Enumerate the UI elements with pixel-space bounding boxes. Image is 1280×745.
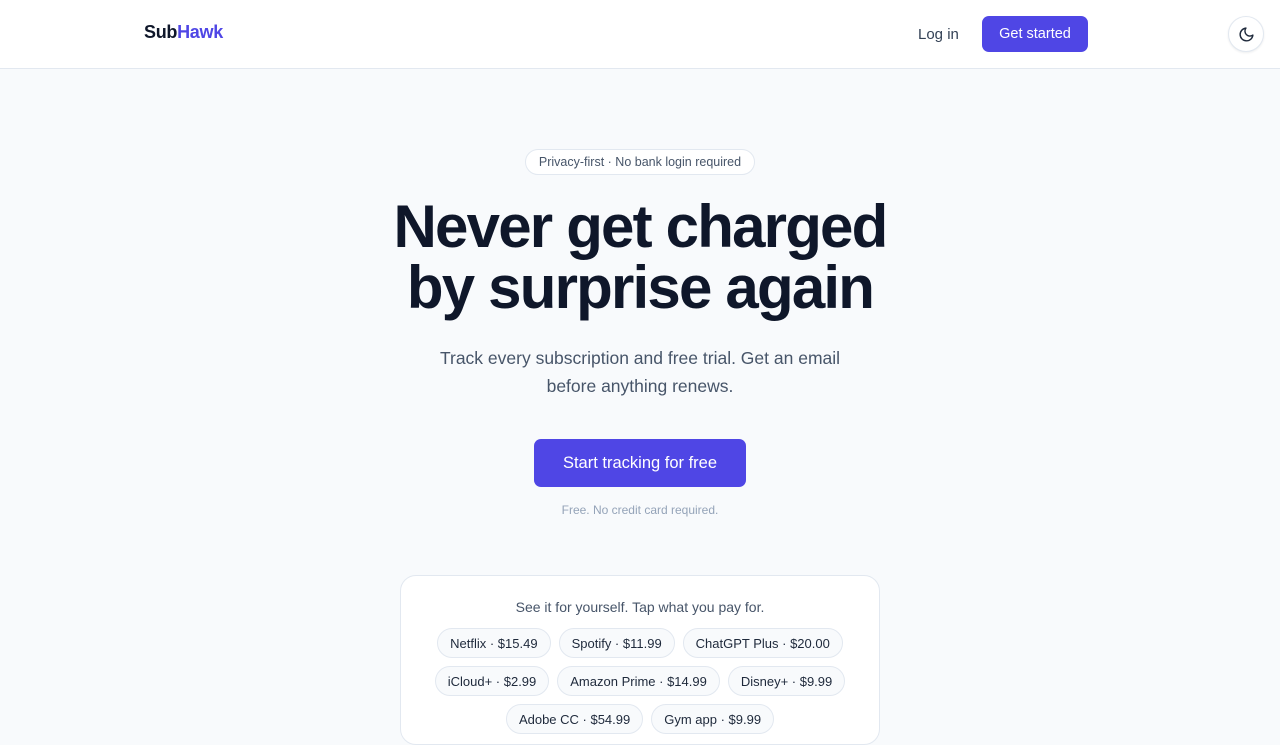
theme-toggle-button[interactable] — [1228, 16, 1264, 52]
chip-adobe-cc[interactable]: Adobe CC · $54.99 — [505, 704, 644, 734]
privacy-badge: Privacy-first · No bank login required — [525, 149, 755, 175]
chips-row-2: iCloud+ · $2.99 Amazon Prime · $14.99 Di… — [401, 666, 879, 696]
hero-subhead: Track every subscription and free trial.… — [420, 344, 860, 400]
picker-title: See it for yourself. Tap what you pay fo… — [515, 599, 765, 615]
top-nav: SubHawk Log in Get started — [0, 0, 1280, 69]
headline-line-1: Never get charged — [393, 193, 889, 260]
hero-headline: Never get charged by surprise again — [340, 196, 940, 318]
logo-text-hawk: Hawk — [177, 22, 223, 42]
chip-icloud[interactable]: iCloud+ · $2.99 — [434, 666, 550, 696]
chip-netflix[interactable]: Netflix · $15.49 — [437, 628, 551, 658]
moon-icon — [1239, 26, 1254, 41]
subhead-line-1: Track every subscription and free trial.… — [439, 348, 841, 368]
login-link[interactable]: Log in — [906, 17, 971, 51]
start-tracking-button[interactable]: Start tracking for free — [534, 439, 746, 487]
logo-text-sub: Sub — [144, 22, 178, 42]
chip-gym-app[interactable]: Gym app · $9.99 — [651, 704, 775, 734]
no-credit-card-note: Free. No credit card required. — [561, 503, 719, 517]
chip-chatgpt-plus[interactable]: ChatGPT Plus · $20.00 — [682, 628, 843, 658]
subhead-line-2: before anything renews. — [546, 376, 734, 396]
chip-amazon-prime[interactable]: Amazon Prime · $14.99 — [557, 666, 720, 696]
chip-spotify[interactable]: Spotify · $11.99 — [558, 628, 675, 658]
chips-row-3: Adobe CC · $54.99 Gym app · $9.99 — [401, 704, 879, 734]
logo[interactable]: SubHawk — [144, 22, 223, 43]
chips-row-1: Netflix · $15.49 Spotify · $11.99 ChatGP… — [401, 628, 879, 658]
chip-disney-plus[interactable]: Disney+ · $9.99 — [727, 666, 846, 696]
headline-line-2: by surprise again — [406, 254, 875, 321]
get-started-button[interactable]: Get started — [982, 16, 1088, 52]
